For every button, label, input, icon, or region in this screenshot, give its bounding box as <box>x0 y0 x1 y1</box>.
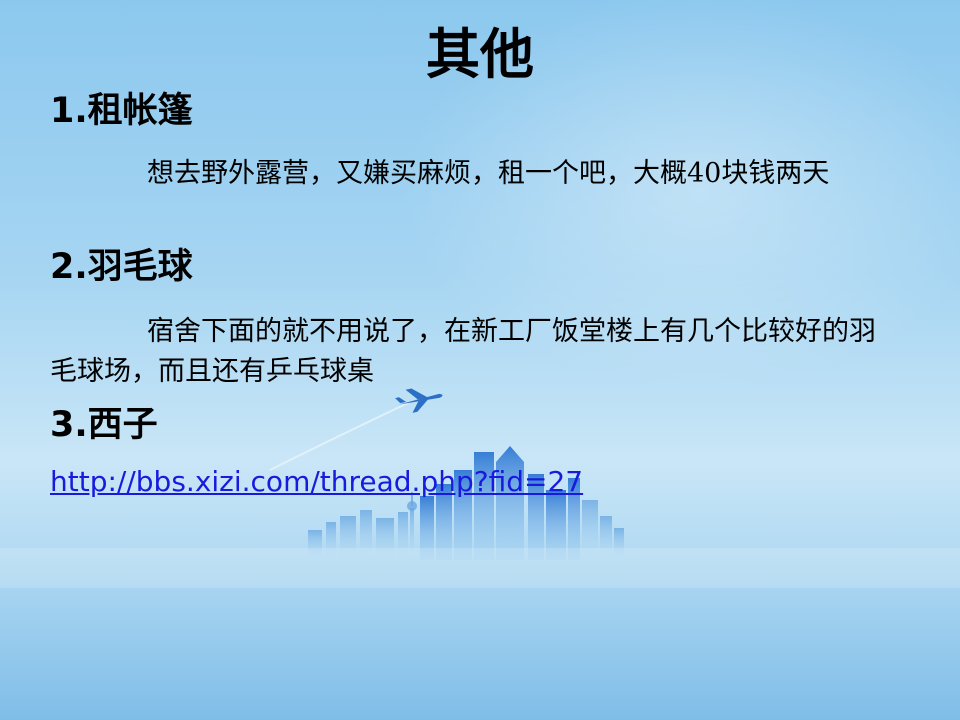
slide-title: 其他 <box>426 22 534 86</box>
section-body-badminton: 宿舍下面的就不用说了，在新工厂饭堂楼上有几个比较好的羽毛球场，而且还有乒乓球桌 <box>50 316 876 387</box>
section-body-tent-rental: 想去野外露营，又嫌买麻烦，租一个吧，大概40块钱两天 <box>147 158 830 189</box>
section-heading-xizi: 3.西子 <box>50 405 158 445</box>
section-heading-badminton: 2.羽毛球 <box>50 247 193 287</box>
section-heading-tent-rental: 1.租帐篷 <box>50 91 193 131</box>
contrail <box>269 401 411 471</box>
xizi-forum-link[interactable]: http://bbs.xizi.com/thread.php?fid=27 <box>50 462 583 502</box>
